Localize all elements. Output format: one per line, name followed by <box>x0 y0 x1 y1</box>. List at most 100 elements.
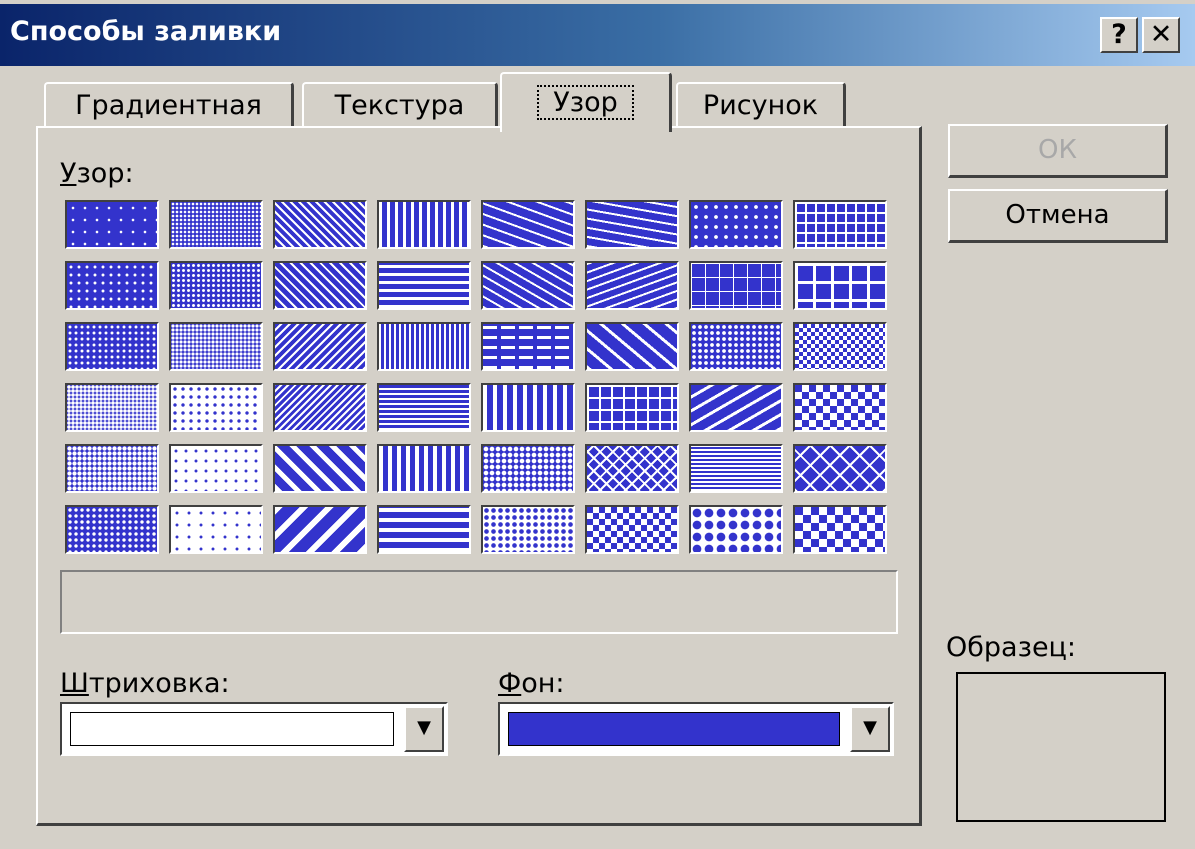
pattern-swatch <box>793 505 887 554</box>
pattern-swatch <box>481 505 575 554</box>
pattern-cell[interactable] <box>788 194 892 255</box>
hatch-label-accesskey: Ш <box>60 668 89 699</box>
pattern-cell[interactable] <box>60 316 164 377</box>
pattern-cell[interactable] <box>580 499 684 560</box>
pattern-swatch <box>65 505 159 554</box>
tab-pattern-label: Узор <box>537 85 634 120</box>
tab-picture[interactable]: Рисунок <box>676 82 846 130</box>
pattern-swatch <box>689 322 783 371</box>
pattern-swatch <box>481 261 575 310</box>
close-button[interactable]: ✕ <box>1142 17 1180 53</box>
pattern-cell[interactable] <box>788 499 892 560</box>
pattern-cell[interactable] <box>164 499 268 560</box>
pattern-cell[interactable] <box>788 255 892 316</box>
pattern-cell[interactable] <box>684 255 788 316</box>
pattern-swatch <box>585 444 679 493</box>
pattern-cell[interactable] <box>268 438 372 499</box>
fill-effects-dialog: Способы заливки ? ✕ Градиентная Текстура… <box>0 0 1195 849</box>
pattern-cell[interactable] <box>164 438 268 499</box>
window-title: Способы заливки <box>10 16 282 47</box>
pattern-swatch <box>377 322 471 371</box>
pattern-cell[interactable] <box>684 377 788 438</box>
pattern-cell[interactable] <box>60 438 164 499</box>
cancel-button[interactable]: Отмена <box>948 189 1168 243</box>
pattern-cell[interactable] <box>372 316 476 377</box>
chevron-down-icon: ▼ <box>863 717 877 738</box>
pattern-swatch <box>585 322 679 371</box>
tab-gradient[interactable]: Градиентная <box>44 82 294 130</box>
tab-texture[interactable]: Текстура <box>302 82 498 130</box>
pattern-cell[interactable] <box>268 194 372 255</box>
pattern-cell[interactable] <box>60 377 164 438</box>
pattern-swatch <box>585 383 679 432</box>
pattern-cell[interactable] <box>476 316 580 377</box>
pattern-cell[interactable] <box>268 377 372 438</box>
pattern-cell[interactable] <box>164 194 268 255</box>
pattern-cell[interactable] <box>476 377 580 438</box>
pattern-swatch <box>273 383 367 432</box>
tab-picture-label: Рисунок <box>702 90 819 121</box>
pattern-cell[interactable] <box>476 255 580 316</box>
pattern-cell[interactable] <box>60 255 164 316</box>
pattern-cell[interactable] <box>268 255 372 316</box>
pattern-cell[interactable] <box>164 255 268 316</box>
pattern-cell[interactable] <box>164 377 268 438</box>
pattern-swatch <box>273 444 367 493</box>
pattern-cell[interactable] <box>164 316 268 377</box>
pattern-swatch <box>377 444 471 493</box>
pattern-swatch <box>481 200 575 249</box>
background-color-dropdown[interactable]: ▼ <box>498 702 894 756</box>
pattern-cell[interactable] <box>684 499 788 560</box>
pattern-swatch <box>377 505 471 554</box>
pattern-swatch <box>481 322 575 371</box>
pattern-swatch <box>169 444 263 493</box>
pattern-cell[interactable] <box>684 438 788 499</box>
pattern-cell[interactable] <box>580 255 684 316</box>
pattern-swatch <box>689 200 783 249</box>
chevron-down-icon: ▼ <box>417 717 431 738</box>
pattern-swatch <box>585 261 679 310</box>
pattern-cell[interactable] <box>580 438 684 499</box>
background-label: Фон: <box>498 668 565 699</box>
pattern-cell[interactable] <box>788 377 892 438</box>
pattern-cell[interactable] <box>684 194 788 255</box>
ok-button[interactable]: ОК <box>948 124 1168 178</box>
pattern-swatch <box>793 444 887 493</box>
help-button[interactable]: ? <box>1100 17 1138 53</box>
hatch-label-text: триховка: <box>88 668 230 699</box>
hatch-dropdown-button[interactable]: ▼ <box>404 706 444 752</box>
pattern-cell[interactable] <box>476 438 580 499</box>
pattern-cell[interactable] <box>268 316 372 377</box>
pattern-cell[interactable] <box>372 194 476 255</box>
pattern-cell[interactable] <box>580 194 684 255</box>
hatch-color-dropdown[interactable]: ▼ <box>60 702 448 756</box>
pattern-label: Узор: <box>60 158 134 189</box>
pattern-cell[interactable] <box>580 377 684 438</box>
pattern-swatch <box>793 261 887 310</box>
pattern-cell[interactable] <box>372 255 476 316</box>
pattern-cell[interactable] <box>476 194 580 255</box>
pattern-cell[interactable] <box>268 499 372 560</box>
pattern-swatch <box>793 200 887 249</box>
pattern-grid <box>60 194 892 560</box>
pattern-swatch <box>689 261 783 310</box>
pattern-label-text: зор: <box>76 158 134 189</box>
pattern-cell[interactable] <box>476 499 580 560</box>
pattern-cell[interactable] <box>60 194 164 255</box>
pattern-cell[interactable] <box>372 499 476 560</box>
pattern-cell[interactable] <box>372 377 476 438</box>
pattern-swatch <box>273 505 367 554</box>
pattern-swatch <box>169 383 263 432</box>
pattern-cell[interactable] <box>580 316 684 377</box>
pattern-cell[interactable] <box>684 316 788 377</box>
pattern-cell[interactable] <box>60 499 164 560</box>
pattern-cell[interactable] <box>372 438 476 499</box>
pattern-swatch <box>169 261 263 310</box>
pattern-cell[interactable] <box>788 438 892 499</box>
pattern-tab-panel: Узор: Штриховка: ▼ Фон: ▼ <box>36 126 922 826</box>
background-dropdown-button[interactable]: ▼ <box>850 706 890 752</box>
pattern-cell[interactable] <box>788 316 892 377</box>
tab-pattern[interactable]: Узор <box>500 72 672 132</box>
background-color-swatch <box>508 712 840 746</box>
pattern-swatch <box>273 261 367 310</box>
